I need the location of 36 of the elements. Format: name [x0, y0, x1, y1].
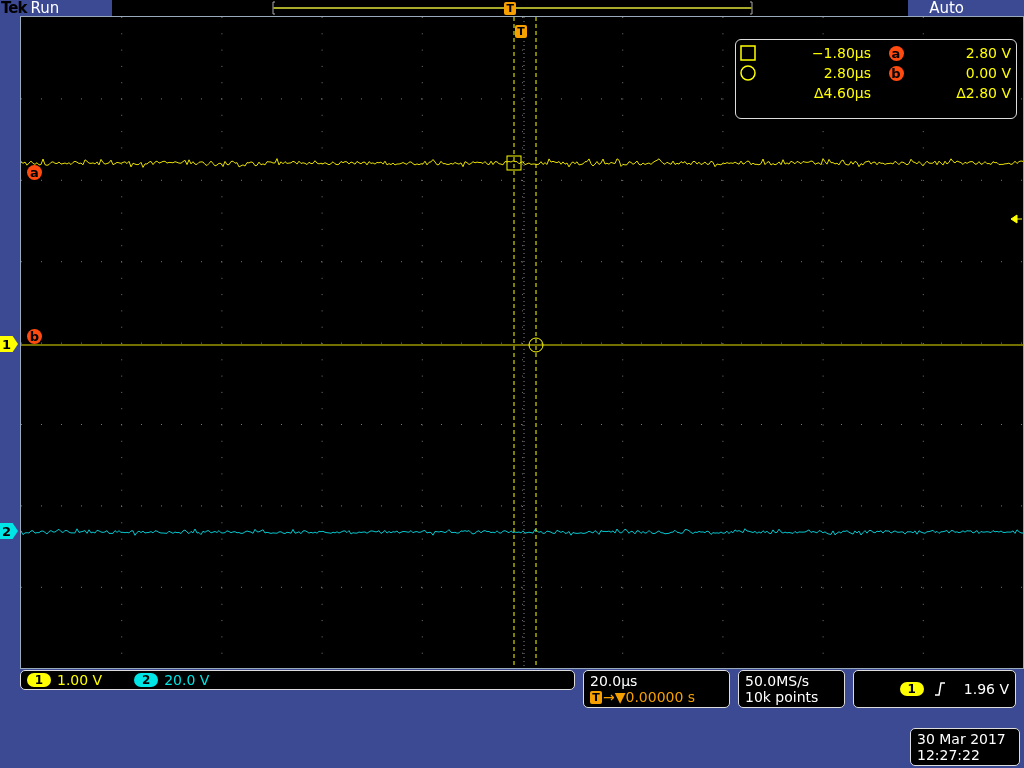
date: 30 Mar 2017	[917, 731, 1007, 747]
circle-cursor-icon	[740, 65, 756, 81]
trigger-level: 1.96 V	[963, 681, 1009, 697]
trigger-marker: T	[515, 25, 527, 38]
channel-badge: 2	[134, 673, 159, 687]
time: 12:27:22	[917, 747, 981, 763]
brand-logo: Tek	[1, 0, 27, 17]
cursor-time: −1.80µs	[810, 44, 871, 63]
cursor-time: Δ4.60µs	[813, 84, 871, 103]
channel-badge: 1	[27, 673, 51, 687]
channel-scale: 20.0 V	[164, 672, 210, 688]
circle-cursor-marker	[528, 337, 544, 353]
rising-edge-icon	[933, 682, 946, 696]
cursor-marker: a	[27, 165, 42, 180]
square-cursor-marker	[506, 155, 522, 171]
trigger-mode: Auto	[929, 0, 964, 17]
channel-marker: 1	[0, 336, 18, 352]
cursor-marker: b	[27, 329, 42, 344]
trigger-level-icon	[1010, 214, 1023, 224]
sample-rate: 50.0MS/s	[745, 673, 811, 689]
cursor-value: Δ2.80 V	[955, 84, 1011, 103]
cursor-time: 2.80µs	[822, 64, 871, 83]
channel-scale: 1.00 V	[57, 672, 103, 688]
square-cursor-icon	[740, 45, 756, 61]
channel-marker: 2	[0, 523, 18, 539]
trigger-position-marker: T	[504, 2, 517, 15]
cursor-value: 2.80 V	[964, 44, 1011, 63]
acquisition-state: Run	[30, 0, 60, 17]
horizontal-position: →▼0.00000 s	[603, 689, 696, 705]
trigger-badge: T	[590, 690, 602, 704]
cursor-value: 0.00 V	[964, 64, 1011, 83]
trigger-source-badge: 1	[899, 682, 924, 696]
record-length: 10k points	[745, 689, 820, 705]
horizontal-scale: 20.0µs	[590, 673, 639, 689]
cursor-marker: b	[888, 65, 904, 81]
cursor-marker: a	[888, 45, 904, 61]
